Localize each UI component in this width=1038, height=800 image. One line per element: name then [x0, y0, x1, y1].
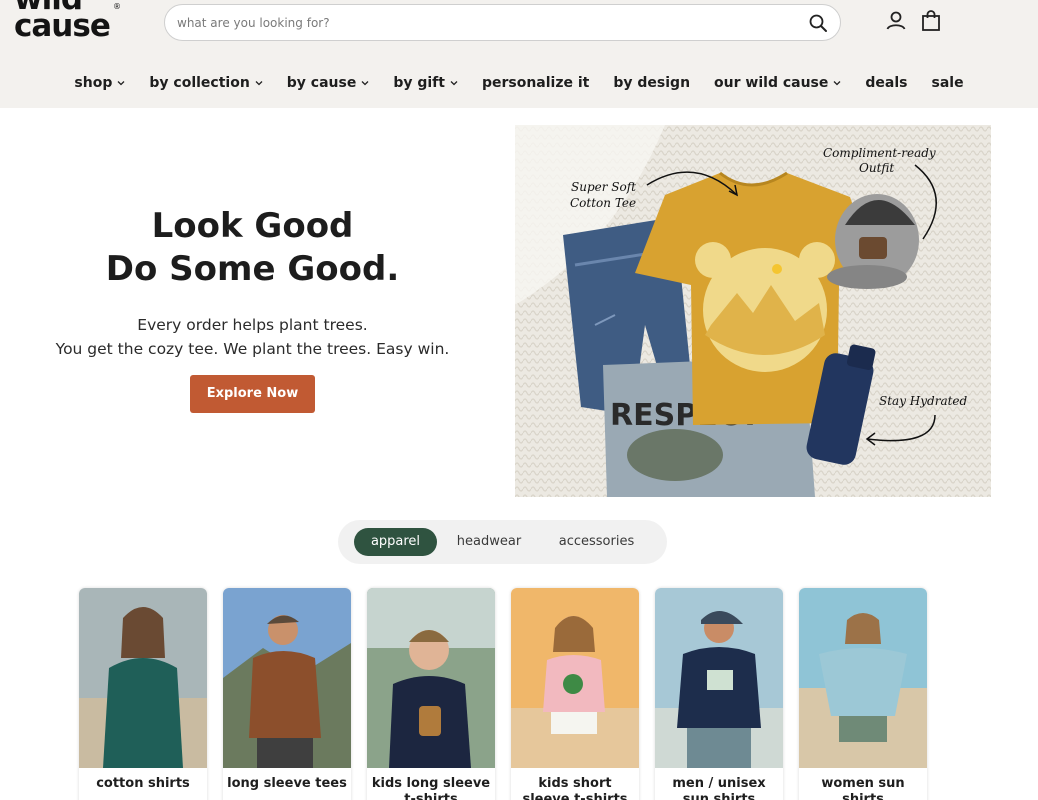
category-card-cotton-shirts[interactable]: cotton shirts — [79, 588, 207, 800]
main-nav: shop by collection by cause by gift personal… — [0, 70, 1038, 96]
category-label: women sun shirts — [821, 776, 905, 800]
nav-item-label: deals — [865, 75, 908, 91]
chevron-down-icon — [361, 81, 369, 86]
nav-item-by-collection[interactable]: by collection — [149, 70, 263, 96]
category-image-kids-long-sleeve — [367, 588, 495, 768]
chevron-down-icon — [833, 81, 841, 86]
cart-icon[interactable] — [919, 9, 943, 33]
category-card-men-unisex-sun-shirts[interactable]: men / unisex sun shirts — [655, 588, 783, 800]
hero-text: Look Good Do Some Good. Every order help… — [0, 205, 505, 413]
category-card-women-sun-shirts[interactable]: women sun shirts — [799, 588, 927, 800]
nav-item-our-wild-cause[interactable]: our wild cause — [714, 70, 841, 96]
account-icon[interactable] — [884, 9, 908, 33]
search-bar — [164, 4, 841, 41]
caption-hydrated: Stay Hydrated — [879, 394, 968, 408]
caption-outfit-line2: Outfit — [859, 161, 894, 175]
nav-item-label: by design — [613, 75, 691, 91]
hero-subtitle: Every order helps plant trees. You get t… — [0, 313, 505, 361]
nav-item-label: personalize it — [481, 75, 590, 91]
nav-item-by-design[interactable]: by design — [613, 70, 690, 96]
category-tabs: apparel headwear accessories — [338, 520, 667, 564]
nav-item-by-cause[interactable]: by cause — [287, 70, 370, 96]
nav-item-sale[interactable]: sale — [932, 70, 964, 96]
nav-item-personalize-it[interactable]: personalize it — [482, 70, 589, 96]
tab-headwear[interactable]: headwear — [448, 528, 530, 556]
hero-subtitle-line2: You get the cozy tee. We plant the trees… — [55, 340, 450, 358]
search-input[interactable] — [177, 13, 777, 33]
category-image-men-sun-shirts — [655, 588, 783, 768]
category-image-cotton-shirts — [79, 588, 207, 768]
hero-title-line1: Look Good — [151, 206, 354, 246]
category-label: cotton shirts — [96, 776, 190, 791]
caption-tee-line2: Cotton Tee — [570, 196, 636, 210]
nav-item-shop[interactable]: shop — [74, 70, 125, 96]
hero-product-image[interactable]: RESPECT Super Soft Cotton Tee Compliment… — [515, 125, 991, 497]
category-label: kids long sleeve t-shirts — [371, 776, 491, 800]
search-icon[interactable] — [808, 13, 828, 33]
category-image-women-sun-shirts — [799, 588, 927, 768]
hero-subtitle-line1: Every order helps plant trees. — [137, 316, 368, 334]
tab-accessories[interactable]: accessories — [548, 528, 645, 556]
category-label: kids short sleeve t-shirts — [522, 776, 628, 800]
hero-title-line2: Do Some Good. — [105, 249, 400, 289]
explore-now-button[interactable]: Explore Now — [189, 375, 316, 413]
nav-item-deals[interactable]: deals — [865, 70, 907, 96]
category-card-long-sleeve-tees[interactable]: long sleeve tees — [223, 588, 351, 800]
chevron-down-icon — [117, 81, 125, 86]
category-image-long-sleeve-tees — [223, 588, 351, 768]
category-image-kids-short-sleeve — [511, 588, 639, 768]
nav-item-label: by collection — [149, 75, 250, 91]
hero-title: Look Good Do Some Good. — [0, 205, 505, 291]
tab-apparel[interactable]: apparel — [354, 528, 437, 556]
category-label: long sleeve tees — [227, 776, 347, 791]
nav-item-label: by gift — [393, 75, 445, 91]
nav-item-label: shop — [74, 75, 113, 91]
category-card-kids-short-sleeve[interactable]: kids short sleeve t-shirts — [511, 588, 639, 800]
nav-item-label: sale — [931, 75, 964, 91]
chevron-down-icon — [450, 81, 458, 86]
category-card-kids-long-sleeve[interactable]: kids long sleeve t-shirts — [367, 588, 495, 800]
nav-item-label: our wild cause — [714, 75, 829, 91]
wild-cause-logo[interactable]: wild cause ® — [14, 0, 130, 50]
caption-outfit-line1: Compliment-ready — [823, 146, 936, 160]
category-label: men / unisex sun shirts — [672, 776, 766, 800]
caption-tee-line1: Super Soft — [571, 180, 636, 194]
nav-item-label: by cause — [286, 75, 357, 91]
logo-cause: cause — [14, 8, 111, 44]
logo-registered-mark: ® — [113, 2, 121, 11]
site-header: wild cause ® shop by collection by cause by… — [0, 0, 1038, 108]
category-cards: cotton shirts long sleeve tees kids long… — [79, 588, 949, 800]
nav-item-by-gift[interactable]: by gift — [393, 70, 458, 96]
chevron-down-icon — [255, 81, 263, 86]
